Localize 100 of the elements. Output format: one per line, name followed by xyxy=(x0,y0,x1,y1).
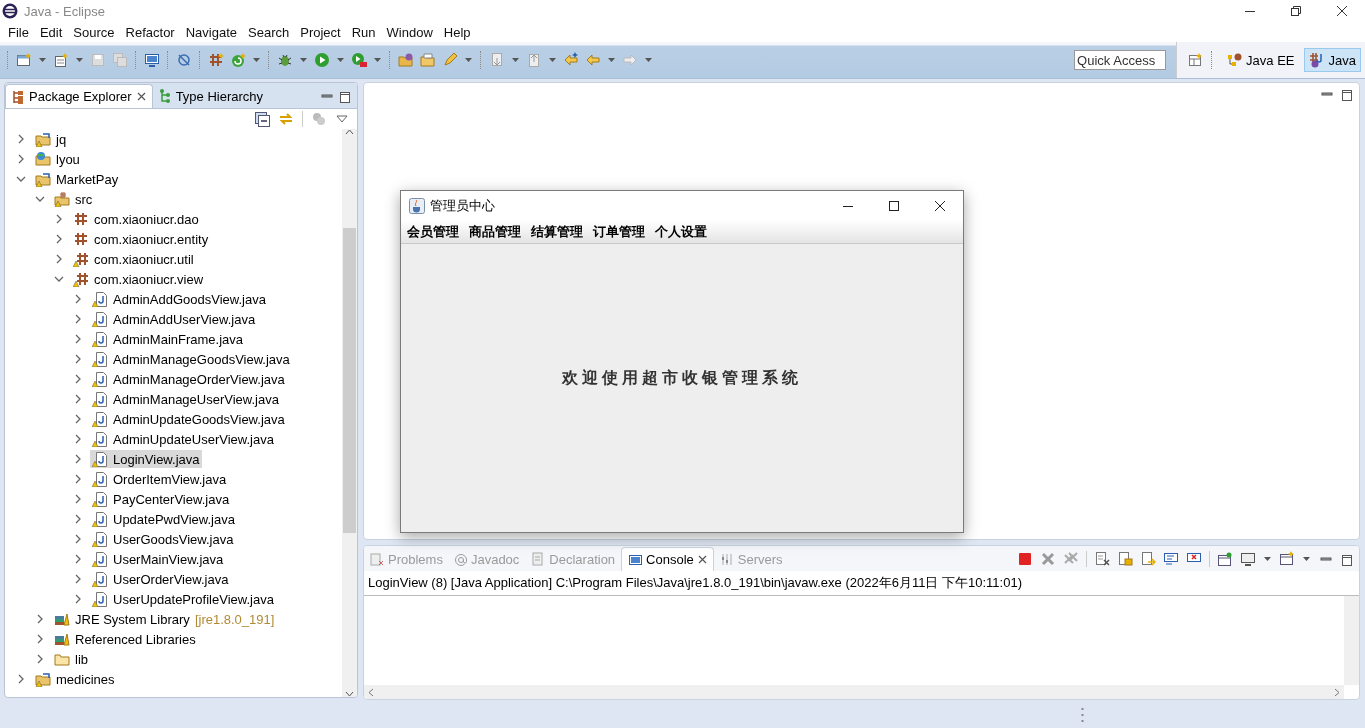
chevron-down-icon[interactable] xyxy=(54,274,64,284)
menu-item[interactable]: 商品管理 xyxy=(465,222,527,241)
chevron-right-icon[interactable] xyxy=(73,454,83,464)
caret-icon[interactable] xyxy=(252,56,261,64)
tree-item[interactable]: AdminAddGoodsView.java xyxy=(90,290,268,308)
menu-item[interactable]: Source xyxy=(67,24,120,40)
tree-item[interactable]: AdminUpdateGoodsView.java xyxy=(90,410,287,428)
view-tab[interactable]: Package Explorer xyxy=(5,84,153,108)
caret-icon[interactable] xyxy=(336,56,345,64)
chevron-right-icon[interactable] xyxy=(73,514,83,524)
scroll-right-icon[interactable] xyxy=(1334,687,1340,697)
menu-item[interactable]: Run xyxy=(345,24,381,40)
bug-icon[interactable] xyxy=(277,52,293,68)
chevron-right-icon[interactable] xyxy=(73,494,83,504)
chevron-right-icon[interactable] xyxy=(73,554,83,564)
close-icon[interactable] xyxy=(934,199,946,212)
slashed-circle-icon[interactable] xyxy=(176,52,192,68)
tree-item[interactable]: AdminUpdateUserView.java xyxy=(90,430,276,448)
chevron-right-icon[interactable] xyxy=(16,674,26,684)
tree-item[interactable]: com.xiaoniucr.dao xyxy=(71,210,201,228)
drag-handle-icon[interactable] xyxy=(1081,707,1084,723)
new-window-icon[interactable] xyxy=(16,52,32,68)
tree-item[interactable]: AdminManageGoodsView.java xyxy=(90,350,292,368)
pin-window-icon[interactable] xyxy=(1217,550,1233,567)
tree-item[interactable]: MarketPay xyxy=(33,170,121,188)
tree-item[interactable]: UserOrderView.java xyxy=(90,570,231,588)
caret-icon[interactable] xyxy=(548,56,557,64)
refresh-plus-icon[interactable] xyxy=(230,52,246,68)
tree-item[interactable]: src xyxy=(52,190,95,208)
tree-item[interactable]: lib xyxy=(52,650,90,668)
tree-item[interactable]: com.xiaoniucr.entity xyxy=(71,230,211,248)
menu-item[interactable]: Window xyxy=(380,24,438,40)
maximize-icon[interactable] xyxy=(1339,87,1353,101)
collapse-all-icon[interactable] xyxy=(254,111,270,127)
new-window-icon[interactable] xyxy=(1279,550,1295,567)
chevron-right-icon[interactable] xyxy=(35,614,45,624)
close-icon[interactable] xyxy=(136,92,146,101)
menu-item[interactable]: 结算管理 xyxy=(527,222,589,241)
menu-item[interactable]: Search xyxy=(242,24,295,40)
menu-item[interactable]: Refactor xyxy=(119,24,180,40)
tree-item[interactable]: AdminAddUserView.java xyxy=(90,310,258,328)
chevron-down-icon[interactable] xyxy=(35,194,45,204)
tree-item[interactable]: medicines xyxy=(33,670,117,688)
menu-item[interactable]: 会员管理 xyxy=(403,222,465,241)
caret-icon[interactable] xyxy=(75,56,84,64)
view-tab[interactable]: Console xyxy=(621,547,714,571)
scroll-down-icon[interactable] xyxy=(345,691,354,697)
chevron-right-icon[interactable] xyxy=(73,574,83,584)
chevron-right-icon[interactable] xyxy=(73,414,83,424)
chevron-right-icon[interactable] xyxy=(54,254,64,264)
chevron-right-icon[interactable] xyxy=(73,394,83,404)
tree-item[interactable]: JRE System Library [jre1.8.0_191] xyxy=(52,610,277,628)
folder-icon[interactable] xyxy=(398,52,414,68)
tree-item[interactable]: OrderItemView.java xyxy=(90,470,229,488)
menu-item[interactable]: Navigate xyxy=(179,24,242,40)
document-x-icon[interactable] xyxy=(1094,550,1110,567)
chevron-right-icon[interactable] xyxy=(35,654,45,664)
tree-item[interactable]: AdminMainFrame.java xyxy=(90,330,246,348)
perspective-button[interactable]: Java EE xyxy=(1221,48,1300,72)
chevron-right-icon[interactable] xyxy=(73,294,83,304)
stop-icon[interactable] xyxy=(1017,550,1033,567)
folder-icon[interactable] xyxy=(420,52,436,68)
new-item-icon[interactable] xyxy=(53,52,69,68)
monitor-text-icon[interactable] xyxy=(1163,550,1179,567)
monitor-icon[interactable] xyxy=(144,52,160,68)
tree-item[interactable]: com.xiaoniucr.util xyxy=(71,250,196,268)
chevron-right-icon[interactable] xyxy=(73,594,83,604)
chevron-right-icon[interactable] xyxy=(35,634,45,644)
restore-icon[interactable] xyxy=(1290,5,1302,17)
tree-item[interactable]: UpdatePwdView.java xyxy=(90,510,237,528)
caret-icon[interactable] xyxy=(1263,554,1272,563)
chevron-right-icon[interactable] xyxy=(54,214,64,224)
tree-item[interactable]: com.xiaoniucr.view xyxy=(71,270,206,288)
scrollbar[interactable] xyxy=(1344,596,1359,685)
chevron-right-icon[interactable] xyxy=(73,374,83,384)
maximize-icon[interactable] xyxy=(888,199,900,212)
play-toolbox-icon[interactable] xyxy=(351,52,367,68)
caret-icon[interactable] xyxy=(607,56,616,64)
grid-plus-icon[interactable] xyxy=(208,52,224,68)
tree-item[interactable]: Referenced Libraries xyxy=(52,630,198,648)
display-icon[interactable] xyxy=(1240,550,1256,567)
menu-item[interactable]: Project xyxy=(294,24,346,40)
chevron-right-icon[interactable] xyxy=(73,534,83,544)
close-icon[interactable] xyxy=(1336,5,1348,17)
document-lock-icon[interactable] xyxy=(1117,550,1133,567)
open-perspective-icon[interactable] xyxy=(1187,52,1204,68)
chevron-right-icon[interactable] xyxy=(73,354,83,364)
chevron-right-icon[interactable] xyxy=(54,234,64,244)
chevron-right-icon[interactable] xyxy=(73,334,83,344)
scrollbar[interactable] xyxy=(342,129,357,697)
caret-icon[interactable] xyxy=(373,56,382,64)
chevron-right-icon[interactable] xyxy=(73,314,83,324)
tree-item[interactable]: AdminManageOrderView.java xyxy=(90,370,287,388)
caret-icon[interactable] xyxy=(644,56,653,64)
tree-item[interactable]: LoginView.java xyxy=(90,450,202,468)
chevron-right-icon[interactable] xyxy=(73,434,83,444)
tree-item[interactable]: UserMainView.java xyxy=(90,550,226,568)
play-icon[interactable] xyxy=(314,52,330,68)
caret-icon[interactable] xyxy=(511,56,520,64)
menu-item[interactable]: Edit xyxy=(33,24,68,40)
